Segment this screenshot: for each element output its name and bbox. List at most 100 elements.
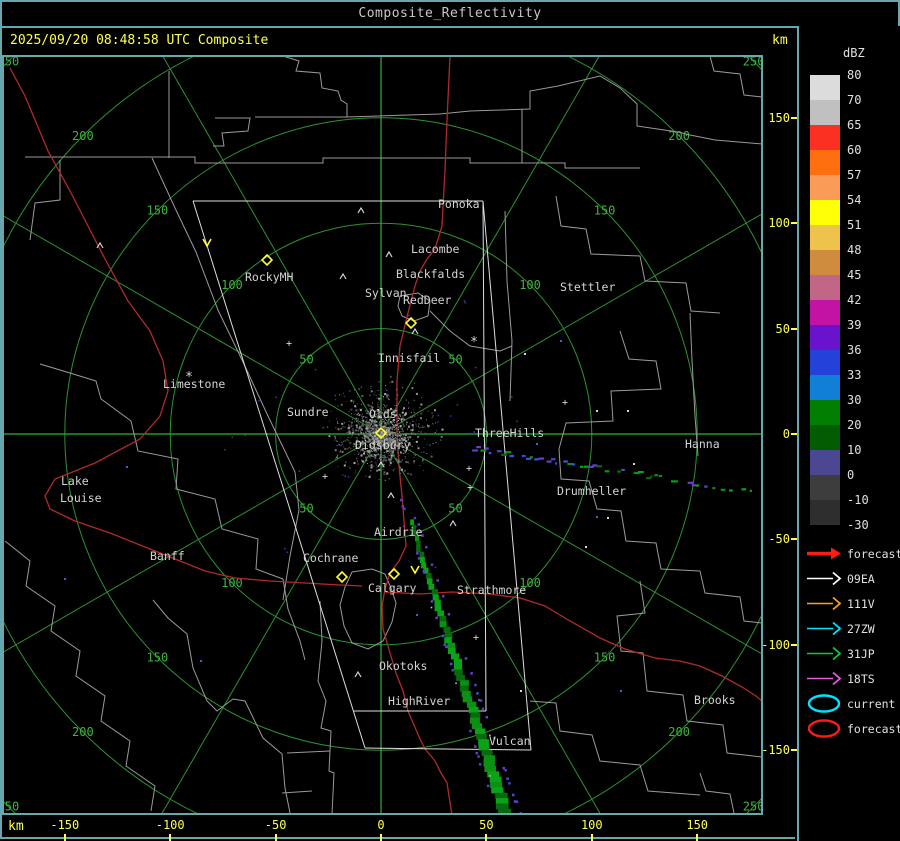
clutter-speckle (357, 418, 359, 420)
range-ring-label: 50 (448, 352, 462, 366)
clutter-speckle (388, 399, 390, 401)
clutter-speckle (358, 388, 361, 391)
clutter-speckle (384, 429, 386, 431)
clutter-speckle (364, 434, 365, 436)
clutter-speckle (343, 464, 346, 467)
right-axis-label: 50 (775, 321, 790, 336)
clutter-speckle (365, 427, 368, 430)
echo-streak-se-dot (425, 545, 428, 549)
clutter-speckle (404, 414, 405, 416)
plus-marker: + (562, 398, 568, 409)
echo-streak-se (451, 653, 459, 660)
clutter-speckle (402, 387, 404, 389)
clutter-speckle (402, 423, 404, 425)
clutter-speckle (336, 418, 338, 420)
clutter-speckle (407, 473, 409, 475)
clutter-speckle (352, 418, 354, 420)
colorbar-swatch (810, 475, 840, 500)
clutter-speckle (337, 421, 338, 423)
plus-marker: + (322, 472, 328, 483)
clutter-speckle (391, 427, 394, 430)
bottom-axis-tick (380, 834, 382, 841)
echo-streak-e (658, 474, 663, 478)
clutter-speckle (342, 392, 344, 394)
clutter-speckle (374, 456, 377, 459)
clutter-speckle (365, 416, 367, 418)
echo-streak-se (476, 733, 487, 740)
clutter-speckle (431, 417, 433, 419)
city-label: Airdrie (374, 525, 423, 539)
clutter-speckle (348, 420, 350, 422)
caret-marker (385, 250, 393, 258)
clutter-speckle (379, 398, 381, 400)
clutter-speckle (362, 416, 364, 418)
aircraft-diamond-icon (335, 570, 349, 584)
clutter-speckle (405, 433, 407, 435)
blue-speckle (419, 406, 421, 409)
clutter-speckle (345, 401, 347, 403)
legend-item-forecast: forecast (799, 541, 900, 566)
clutter-speckle (354, 420, 355, 422)
colorbar-swatch (810, 275, 840, 300)
clutter-speckle (361, 418, 363, 419)
clutter-speckle (386, 472, 388, 474)
clutter-speckle (381, 398, 383, 400)
colorbar-value-label: 20 (847, 418, 862, 432)
colorbar-value-label: 65 (847, 118, 862, 132)
blue-speckle (456, 404, 459, 406)
right-axis-label: -100 (761, 637, 790, 652)
clutter-speckle (400, 415, 401, 417)
plus-marker: + (466, 464, 472, 475)
echo-streak-e (521, 454, 526, 458)
echo-streak-se (416, 546, 421, 553)
clutter-speckle (402, 409, 404, 411)
echo-streak-se-dot (449, 662, 453, 666)
clutter-speckle (359, 434, 360, 436)
colorbar-swatch (810, 150, 840, 175)
clutter-speckle (370, 387, 372, 389)
echo-streak-se-dot (430, 600, 434, 603)
clutter-speckle (362, 433, 364, 435)
clutter-speckle (368, 429, 370, 431)
clutter-speckle (392, 435, 394, 437)
clutter-speckle (397, 416, 399, 418)
echo-streak-e (584, 465, 589, 468)
echo-streak-se (434, 605, 441, 612)
colorbar-swatch (810, 500, 840, 525)
clutter-speckle (412, 420, 414, 422)
echo-streak-se-dot (512, 793, 515, 797)
radar-map: 50 5050 50100 100100 100150 150150 150200 20020… (2, 55, 763, 815)
clutter-speckle (420, 412, 423, 415)
clutter-speckle (379, 424, 381, 426)
clutter-speckle (395, 433, 397, 435)
clutter-speckle (354, 405, 357, 408)
clutter-speckle (352, 429, 355, 432)
clutter-speckle (395, 425, 397, 427)
clutter-speckle (377, 425, 379, 427)
clutter-speckle (387, 452, 389, 454)
clutter-speckle (413, 460, 416, 463)
echo-streak-e (687, 481, 694, 484)
clutter-speckle (387, 429, 390, 432)
echo-streak-e (654, 474, 658, 477)
clutter-speckle (368, 465, 370, 467)
clutter-speckle (436, 430, 438, 432)
clutter-speckle (342, 442, 344, 444)
blue-speckle (286, 551, 289, 554)
legend-label: current (847, 696, 896, 711)
clutter-speckle (412, 433, 414, 434)
clutter-speckle (361, 424, 363, 426)
clutter-speckle (350, 408, 353, 411)
echo-streak-e (488, 452, 492, 455)
clutter-speckle (385, 457, 387, 458)
echo-streak-e (563, 460, 568, 463)
clutter-speckle (348, 466, 350, 467)
clutter-speckle (366, 463, 368, 464)
clutter-speckle (336, 456, 339, 459)
city-label: Stettler (560, 280, 615, 294)
clutter-speckle (353, 432, 355, 433)
clutter-speckle (361, 432, 362, 434)
colorbar-value-label: 30 (847, 393, 862, 407)
echo-white-dot (455, 682, 457, 684)
range-ring-label: 150 (147, 203, 169, 217)
